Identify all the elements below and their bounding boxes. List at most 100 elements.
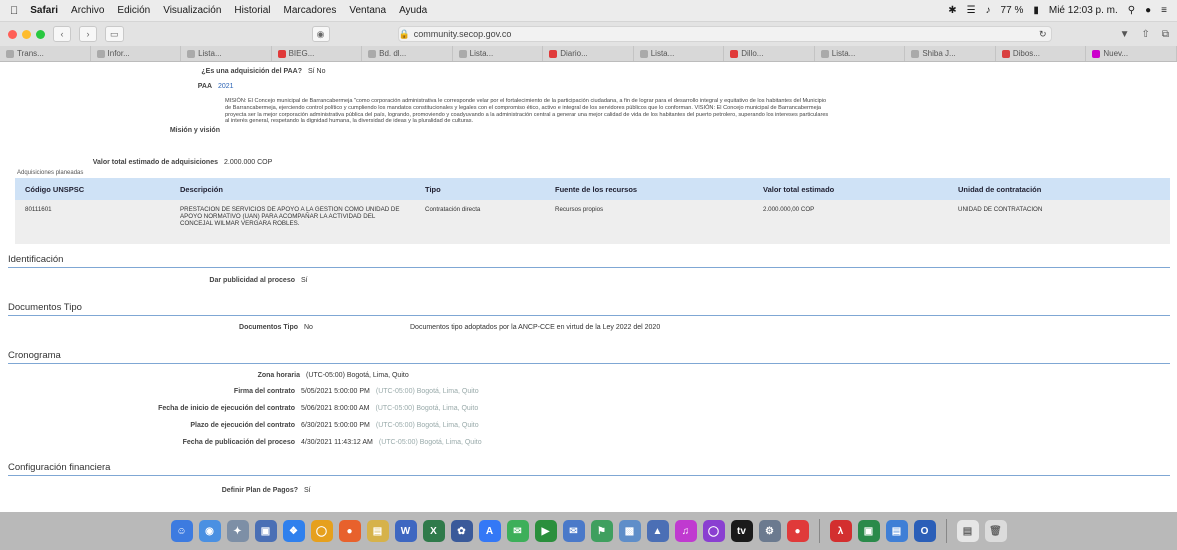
publicacion-label: Fecha de publicación del proceso bbox=[182, 439, 295, 446]
menu-ayuda[interactable]: Ayuda bbox=[399, 5, 427, 16]
table-row: 80111601 PRESTACION DE SERVICIOS DE APOY… bbox=[15, 200, 1170, 244]
sidebar-toggle-button[interactable]: ▭ bbox=[105, 26, 124, 42]
inicio-row: Fecha de inicio de ejecución del contrat… bbox=[0, 405, 620, 412]
tab-item[interactable]: Nuev... bbox=[1086, 46, 1177, 61]
tab-item[interactable]: Diario... bbox=[543, 46, 634, 61]
messages-icon[interactable]: ✉ bbox=[506, 520, 529, 542]
spotlight-search-icon[interactable]: ⚲ bbox=[1128, 5, 1135, 16]
bluetooth-icon[interactable]: ✱ bbox=[948, 5, 956, 16]
apple-icon[interactable]:  bbox=[10, 5, 18, 17]
chrome-icon[interactable]: ◯ bbox=[310, 520, 333, 542]
section-documentos-tipo: Documentos Tipo bbox=[8, 302, 1170, 316]
valor-row: Valor total estimado de adquisiciones 2.… bbox=[0, 159, 500, 166]
close-window-button[interactable] bbox=[8, 29, 17, 39]
window-controls bbox=[8, 29, 45, 39]
menu-ventana[interactable]: Ventana bbox=[349, 5, 386, 16]
privacy-shield-icon[interactable]: ◉ bbox=[311, 26, 330, 42]
mail-icon[interactable]: ✉ bbox=[562, 520, 585, 542]
reload-icon[interactable]: ↻ bbox=[1039, 29, 1047, 40]
documents-stack-icon[interactable]: ▤ bbox=[885, 520, 908, 542]
apple-tv-icon[interactable]: tv bbox=[730, 520, 753, 542]
preview-icon[interactable]: ▣ bbox=[254, 520, 277, 542]
tab-item[interactable]: Infor... bbox=[91, 46, 182, 61]
word-icon[interactable]: W bbox=[394, 520, 417, 542]
table-caption: Adquisiciones planeadas bbox=[17, 170, 84, 176]
tab-item[interactable]: Lista... bbox=[181, 46, 272, 61]
clock[interactable]: Mié 12:03 p. m. bbox=[1049, 5, 1118, 16]
menu-marcadores[interactable]: Marcadores bbox=[284, 5, 337, 16]
tab-item[interactable]: Trans... bbox=[0, 46, 91, 61]
tab-item[interactable]: Lista... bbox=[634, 46, 725, 61]
plan-pagos-row: Definir Plan de Pagos? Sí bbox=[0, 487, 400, 494]
paa-question-label: ¿Es una adquisición del PAA? bbox=[201, 68, 302, 75]
maps-icon[interactable]: ⚑ bbox=[590, 520, 613, 542]
safari-icon[interactable]: ❖ bbox=[282, 520, 305, 542]
tab-item[interactable]: Lista... bbox=[453, 46, 544, 61]
notes-icon[interactable]: ▤ bbox=[366, 520, 389, 542]
tab-favicon-icon bbox=[458, 49, 467, 58]
paa-label: PAA bbox=[197, 83, 212, 90]
plazo-tz: (UTC-05:00) Bogotá, Lima, Quito bbox=[375, 422, 479, 429]
app-store-icon[interactable]: A bbox=[478, 520, 501, 542]
cell-unidad: UNIDAD DE CONTRATACION bbox=[948, 200, 1170, 244]
address-bar[interactable]: 🔒 community.secop.gov.co ↻ bbox=[397, 26, 1052, 42]
tab-item[interactable]: Lista... bbox=[815, 46, 906, 61]
wifi-icon[interactable]: ☰ bbox=[967, 5, 976, 16]
launchpad-icon[interactable]: ✦ bbox=[226, 520, 249, 542]
downloads-icon[interactable]: ▼ bbox=[1120, 29, 1130, 40]
excel-icon[interactable]: X bbox=[422, 520, 445, 542]
back-button[interactable]: ‹ bbox=[53, 26, 71, 42]
menu-edicion[interactable]: Edición bbox=[117, 5, 150, 16]
section-identificacion: Identificación bbox=[8, 254, 1170, 268]
col-unidad: Unidad de contratación bbox=[948, 178, 1170, 200]
address-text: community.secop.gov.co bbox=[413, 29, 512, 39]
siri-icon[interactable]: ● bbox=[1145, 5, 1151, 16]
paa-link[interactable]: 2021 bbox=[218, 83, 234, 90]
paa-answer-radios[interactable]: Sí No bbox=[308, 68, 326, 75]
publicidad-value: Sí bbox=[301, 277, 308, 284]
outlook-icon[interactable]: O bbox=[913, 520, 936, 542]
keynote-icon[interactable]: ▲ bbox=[646, 520, 669, 542]
forward-button[interactable]: › bbox=[79, 26, 97, 42]
screen-time-icon[interactable]: ● bbox=[786, 520, 809, 542]
tab-favicon-icon bbox=[96, 49, 105, 58]
trash-icon[interactable]: 🗑 bbox=[984, 520, 1007, 542]
tab-favicon-icon bbox=[6, 49, 14, 58]
firma-row: Firma del contrato 5/05/2021 5:00:00 PM … bbox=[0, 388, 620, 395]
menu-app-safari[interactable]: Safari bbox=[30, 5, 58, 16]
tabs-overview-icon[interactable]: ⧉ bbox=[1162, 29, 1169, 40]
valor-label: Valor total estimado de adquisiciones bbox=[92, 159, 218, 166]
inicio-label: Fecha de inicio de ejecución del contrat… bbox=[158, 405, 295, 412]
zoom-window-button[interactable] bbox=[36, 29, 45, 39]
downloads-stack-icon[interactable]: ▣ bbox=[857, 520, 880, 542]
file-stack-icon[interactable]: ▤ bbox=[956, 520, 979, 542]
tab-item[interactable]: Bd. dl... bbox=[362, 46, 453, 61]
acrobat-icon[interactable]: λ bbox=[829, 520, 852, 542]
tab-item[interactable]: Dillo... bbox=[724, 46, 815, 61]
facetime-icon[interactable]: ▶ bbox=[534, 520, 557, 542]
zona-row: Zona horaria (UTC-05:00) Bogotá, Lima, Q… bbox=[0, 372, 500, 379]
system-preferences-icon[interactable]: ⚙ bbox=[758, 520, 781, 542]
numbers-icon[interactable]: ▩ bbox=[618, 520, 641, 542]
finder-icon[interactable]: ☺ bbox=[170, 520, 193, 542]
notification-center-icon[interactable]: ≡ bbox=[1161, 5, 1167, 16]
firefox-icon[interactable]: ● bbox=[338, 520, 361, 542]
menu-archivo[interactable]: Archivo bbox=[71, 5, 104, 16]
tab-item[interactable]: Dibos... bbox=[996, 46, 1087, 61]
battery-icon[interactable]: ▮ bbox=[1033, 5, 1039, 16]
minimize-window-button[interactable] bbox=[22, 29, 31, 39]
volume-icon[interactable]: ♪ bbox=[986, 5, 991, 16]
tab-item[interactable]: Shiba J... bbox=[905, 46, 996, 61]
battery-percent[interactable]: 77 % bbox=[1001, 5, 1024, 16]
share-icon[interactable]: ⇧ bbox=[1141, 29, 1149, 40]
tab-item[interactable]: BIEG... bbox=[272, 46, 363, 61]
plan-pagos-value: Sí bbox=[304, 487, 311, 494]
siri-icon[interactable]: ◉ bbox=[198, 520, 221, 542]
menu-historial[interactable]: Historial bbox=[234, 5, 270, 16]
tab-favicon-icon bbox=[911, 49, 920, 58]
menu-visualizacion[interactable]: Visualización bbox=[163, 5, 221, 16]
photos-icon[interactable]: ✿ bbox=[450, 520, 473, 542]
music-icon[interactable]: ♫ bbox=[674, 520, 697, 542]
publicidad-label: Dar publicidad al proceso bbox=[209, 277, 295, 284]
podcasts-icon[interactable]: ◯ bbox=[702, 520, 725, 542]
